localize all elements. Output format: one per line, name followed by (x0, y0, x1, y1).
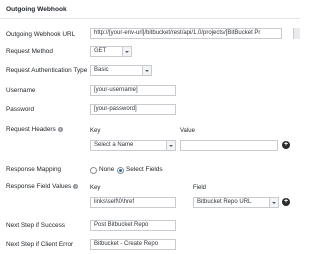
scroll-handle (293, 28, 300, 39)
header-value-input[interactable] (180, 140, 278, 151)
chevron-down-icon (122, 47, 131, 56)
response-mapping-label: Response Mapping (6, 166, 62, 173)
help-icon[interactable]: ? (73, 184, 79, 189)
method-label: Request Method (6, 48, 53, 55)
radio-select-fields-label: Select Fields (126, 166, 163, 173)
username-input[interactable]: [your-username] (90, 85, 176, 96)
section-title: Outgoing Webhook (6, 6, 67, 13)
field-select-value: Bitbucket Repo URL (197, 199, 252, 205)
response-field-values-text: Response Field Values (6, 183, 72, 190)
password-label: Password (6, 106, 35, 113)
field-values-field-header: Field (193, 185, 207, 191)
headers-label-text: Request Headers (6, 126, 56, 133)
response-field-values-label: Response Field Values? (6, 183, 79, 190)
headers-value-header: Value (180, 128, 195, 134)
radio-none-label: None (99, 166, 115, 173)
radio-none[interactable] (90, 167, 97, 174)
field-key-input[interactable]: links\self\0\href (90, 197, 176, 208)
add-field-plus-icon[interactable]: + (282, 198, 290, 206)
request-method-value: GET (94, 48, 107, 54)
header-key-value: Select a Name (94, 142, 134, 148)
next-client-error-value: Bitbucket - Create Repo (94, 241, 159, 247)
next-success-label: Next Step if Success (6, 222, 65, 229)
add-header-plus-icon[interactable]: + (282, 141, 290, 149)
headers-label: Request Headers? (6, 126, 63, 133)
next-success-select[interactable]: Post Bitbucket Repo (90, 220, 176, 231)
radio-select-fields[interactable] (117, 167, 124, 174)
next-success-value: Post Bitbucket Repo (94, 222, 149, 228)
divider (0, 18, 300, 19)
chevron-down-icon (142, 66, 151, 75)
auth-type-label: Request Authentication Type (6, 67, 88, 74)
request-method-select[interactable]: GET (90, 46, 132, 57)
header-key-select[interactable]: Select a Name (90, 140, 176, 151)
headers-key-header: Key (90, 128, 101, 134)
help-icon[interactable]: ? (57, 127, 63, 132)
username-label: Username (6, 87, 36, 94)
password-input[interactable]: [your-password] (90, 104, 176, 115)
auth-type-select[interactable]: Basic (90, 65, 152, 76)
next-client-error-select[interactable]: Bitbucket - Create Repo (90, 239, 176, 250)
auth-type-value: Basic (94, 67, 109, 73)
field-values-key-header: Key (90, 185, 101, 191)
url-label: Outgoing Webhook URL (6, 31, 76, 38)
webhook-url-input[interactable]: http://[your-env-url]/bitbucket/rest/api… (90, 28, 282, 39)
chevron-down-icon (166, 141, 175, 150)
field-select[interactable]: Bitbucket Repo URL (193, 197, 279, 208)
next-client-error-label: Next Step if Client Error (6, 241, 74, 248)
chevron-down-icon (269, 198, 278, 207)
